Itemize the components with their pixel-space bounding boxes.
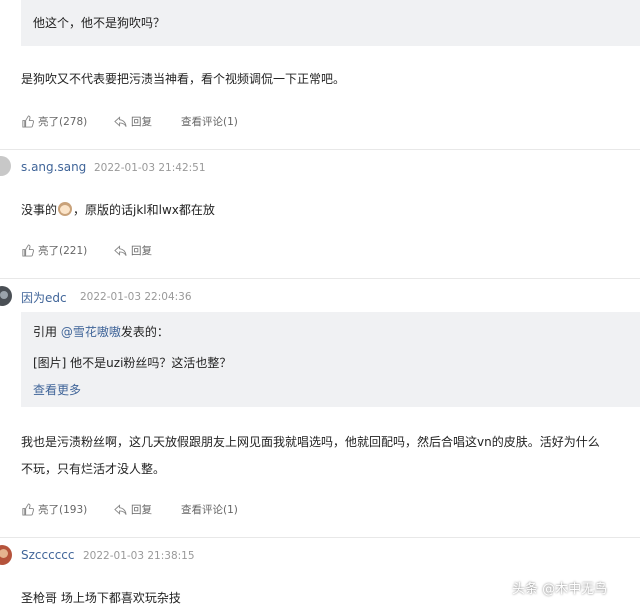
comment-body: 是狗吹又不代表要把污渍当神看，看个视频调侃一下正常吧。 xyxy=(21,72,346,86)
like-count: 亮了(278) xyxy=(38,116,88,128)
like-button[interactable]: 亮了(221) xyxy=(21,243,87,258)
reply-button[interactable]: 回复 xyxy=(114,502,152,517)
username[interactable]: 因为edc xyxy=(21,289,67,306)
like-count: 亮了(193) xyxy=(38,504,88,516)
quote-text: [图片] 他不是uzi粉丝吗？这活也整？ xyxy=(33,356,232,370)
quote-text: 他这个，他不是狗吹吗？ xyxy=(33,16,166,30)
avatar[interactable] xyxy=(0,156,11,176)
like-button[interactable]: 亮了(193) xyxy=(21,502,87,517)
comment-body-line2: 不玩，只有烂活才没人整。 xyxy=(21,462,166,476)
like-count: 亮了(221) xyxy=(38,245,88,257)
username[interactable]: Szcccccc xyxy=(21,548,75,562)
reply-icon xyxy=(114,244,127,256)
face-emoji-icon xyxy=(58,202,73,216)
divider xyxy=(0,149,640,150)
divider xyxy=(0,537,640,538)
timestamp: 2022-01-03 22:04:36 xyxy=(80,291,192,303)
comment-body: 圣枪哥 场上场下都喜欢玩杂技 xyxy=(21,591,181,605)
reply-label: 回复 xyxy=(131,504,152,516)
reply-icon xyxy=(114,503,127,515)
reply-button[interactable]: 回复 xyxy=(114,114,152,129)
quoted-user-link[interactable]: @雪花嗷嗷 xyxy=(61,325,121,339)
thumb-up-icon xyxy=(22,503,34,516)
thumb-up-icon xyxy=(22,244,34,257)
comment-body: 没事的 ，原版的话jkl和lwx都在放 xyxy=(21,202,215,217)
reply-label: 回复 xyxy=(131,116,152,128)
comment-body-line1: 我也是污渍粉丝啊，这几天放假跟朋友上网见面我就唱选吗，他就回配吗，然后合唱这vn… xyxy=(21,435,600,449)
reply-icon xyxy=(114,115,127,127)
username[interactable]: s.ang.sang xyxy=(21,160,86,174)
view-replies-link[interactable]: 查看评论(1) xyxy=(181,502,238,517)
thumb-up-icon xyxy=(22,115,34,128)
quote-header: 引用 @雪花嗷嗷发表的： xyxy=(33,325,169,339)
see-more-link[interactable]: 查看更多 xyxy=(33,381,81,398)
view-replies-link[interactable]: 查看评论(1) xyxy=(181,114,238,129)
timestamp: 2022-01-03 21:38:15 xyxy=(83,550,195,562)
timestamp: 2022-01-03 21:42:51 xyxy=(94,162,206,174)
like-button[interactable]: 亮了(278) xyxy=(21,114,87,129)
reply-button[interactable]: 回复 xyxy=(114,243,152,258)
reply-label: 回复 xyxy=(131,245,152,257)
avatar[interactable] xyxy=(0,545,12,565)
divider xyxy=(0,278,640,279)
watermark: 头条 @木中无鸟 xyxy=(512,582,608,597)
avatar[interactable] xyxy=(0,286,12,306)
